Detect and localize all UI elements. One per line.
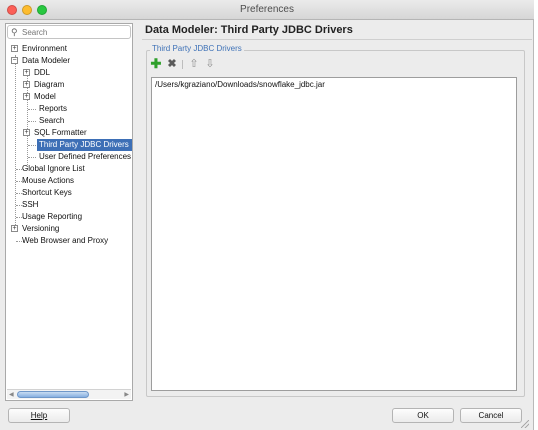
tree-item-label: DDL: [34, 68, 51, 77]
expand-icon[interactable]: +: [11, 45, 18, 52]
list-item[interactable]: /Users/kgraziano/Downloads/snowflake_jdb…: [155, 80, 325, 89]
tree-item-ssh[interactable]: SSH: [6, 199, 132, 211]
tree-item-label: Diagram: [34, 80, 65, 89]
tree-item-label: Versioning: [22, 224, 60, 233]
drivers-list[interactable]: /Users/kgraziano/Downloads/snowflake_jdb…: [151, 77, 517, 391]
tree-item-model[interactable]: + Model: [6, 91, 132, 103]
tree-item-label: Global Ignore List: [22, 164, 85, 173]
tree-item-label: Data Modeler: [22, 56, 71, 65]
tree-item-environment[interactable]: + Environment: [6, 43, 132, 55]
title-bar: Preferences: [0, 0, 534, 20]
tree-item-label: User Defined Preferences: [39, 152, 132, 161]
expand-icon[interactable]: +: [23, 69, 30, 76]
cancel-button[interactable]: Cancel: [460, 408, 522, 423]
tree-item-label: Third Party JDBC Drivers: [37, 139, 132, 151]
tree-item-diagram[interactable]: + Diagram: [6, 79, 132, 91]
tree-item-mouse-actions[interactable]: Mouse Actions: [6, 175, 132, 187]
preferences-window: Preferences ⚲ + Environment − Data Model…: [0, 0, 534, 430]
search-field[interactable]: ⚲: [7, 25, 131, 39]
tree-item-label: Web Browser and Proxy: [22, 236, 109, 245]
move-down-icon[interactable]: ⇩: [204, 58, 216, 70]
expand-icon[interactable]: +: [23, 129, 30, 136]
tree-item-label: Mouse Actions: [22, 176, 75, 185]
tree-connector: [28, 121, 36, 122]
tree-item-label: Model: [34, 92, 56, 101]
tree-item-label: SSH: [22, 200, 39, 209]
tree-item-sql-formatter[interactable]: + SQL Formatter: [6, 127, 132, 139]
ok-button[interactable]: OK: [392, 408, 454, 423]
tree-item-label: SQL Formatter: [34, 128, 87, 137]
tree-item-ddl[interactable]: + DDL: [6, 67, 132, 79]
scroll-right-icon[interactable]: ▶: [124, 391, 129, 398]
tree-horizontal-scrollbar[interactable]: ◀ ▶: [7, 389, 131, 399]
tree-item-web-browser-and-proxy[interactable]: Web Browser and Proxy: [6, 235, 132, 247]
tree-item-data-modeler[interactable]: − Data Modeler: [6, 55, 132, 67]
collapse-icon[interactable]: −: [11, 57, 18, 64]
tree-item-label: Usage Reporting: [22, 212, 83, 221]
tree-item-versioning[interactable]: + Versioning: [6, 223, 132, 235]
tree-connector: [28, 145, 36, 146]
tree-item-label: Environment: [22, 44, 67, 53]
expand-icon[interactable]: +: [23, 93, 30, 100]
page-title: Data Modeler: Third Party JDBC Drivers: [145, 24, 353, 36]
move-up-icon[interactable]: ⇧: [188, 58, 200, 70]
remove-icon[interactable]: ✖: [166, 58, 178, 70]
expand-icon[interactable]: +: [11, 225, 18, 232]
preferences-tree: + Environment − Data Modeler + DDL + Dia…: [6, 43, 132, 385]
tree-item-label: Shortcut Keys: [22, 188, 72, 197]
expand-icon[interactable]: +: [23, 81, 30, 88]
toolbar-separator: [182, 60, 183, 69]
tree-item-label: Reports: [39, 104, 68, 113]
tree-item-shortcut-keys[interactable]: Shortcut Keys: [6, 187, 132, 199]
tree-item-usage-reporting[interactable]: Usage Reporting: [6, 211, 132, 223]
search-input[interactable]: [22, 27, 127, 37]
tree-item-label: Search: [39, 116, 65, 125]
tree-item-reports[interactable]: Reports: [6, 103, 132, 115]
search-icon: ⚲: [11, 27, 18, 37]
preferences-nav-panel: ⚲ + Environment − Data Modeler + DDL: [5, 23, 133, 401]
tree-item-search[interactable]: Search: [6, 115, 132, 127]
title-divider: [142, 39, 532, 40]
tree-connector: [28, 157, 36, 158]
add-icon[interactable]: ✚: [150, 57, 162, 70]
tree-connector: [28, 109, 36, 110]
scroll-left-icon[interactable]: ◀: [9, 391, 14, 398]
group-label: Third Party JDBC Drivers: [150, 44, 244, 53]
resize-grip[interactable]: [521, 420, 529, 428]
scrollbar-thumb[interactable]: [17, 391, 89, 398]
help-button[interactable]: Help: [8, 408, 70, 423]
tree-item-third-party-jdbc-drivers[interactable]: Third Party JDBC Drivers: [6, 139, 132, 151]
tree-item-user-defined-preferences[interactable]: User Defined Preferences: [6, 151, 132, 163]
tree-item-global-ignore-list[interactable]: Global Ignore List: [6, 163, 132, 175]
window-title: Preferences: [240, 4, 294, 15]
